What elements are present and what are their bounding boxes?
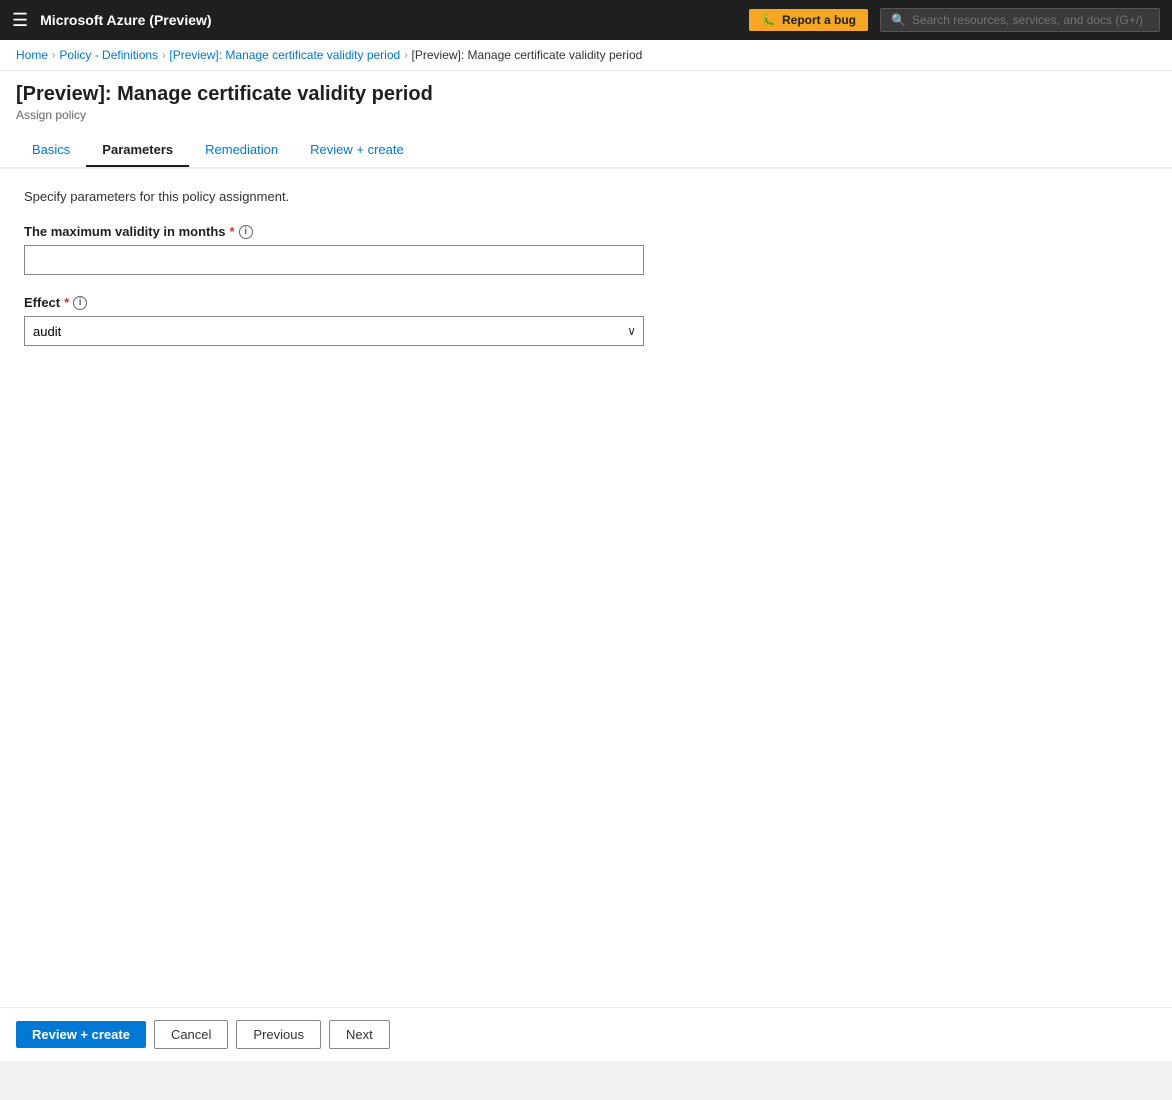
max-validity-input[interactable] xyxy=(24,245,644,275)
max-validity-group: The maximum validity in months * i xyxy=(24,224,1148,275)
page-title: [Preview]: Manage certificate validity p… xyxy=(16,83,1156,106)
breadcrumb-policy-definitions[interactable]: Policy - Definitions xyxy=(59,48,158,62)
section-description: Specify parameters for this policy assig… xyxy=(24,189,1148,204)
page-header: [Preview]: Manage certificate validity p… xyxy=(0,71,1172,168)
breadcrumb-preview-manage[interactable]: [Preview]: Manage certificate validity p… xyxy=(169,48,400,62)
tabs-container: Basics Parameters Remediation Review + c… xyxy=(16,134,1156,167)
review-create-button[interactable]: Review + create xyxy=(16,1021,146,1048)
topbar: ☰ Microsoft Azure (Preview) 🐛 Report a b… xyxy=(0,0,1172,40)
report-bug-label: Report a bug xyxy=(782,13,856,27)
main-content: Specify parameters for this policy assig… xyxy=(0,169,1172,1030)
effect-label: Effect * i xyxy=(24,295,1148,310)
hamburger-menu-icon[interactable]: ☰ xyxy=(12,10,28,31)
max-validity-label: The maximum validity in months * i xyxy=(24,224,1148,239)
max-validity-label-text: The maximum validity in months xyxy=(24,224,226,239)
breadcrumb-sep-1: › xyxy=(52,50,55,61)
page-subtitle: Assign policy xyxy=(16,108,1156,122)
effect-info-icon[interactable]: i xyxy=(73,296,87,310)
effect-group: Effect * i audit deny disabled ∨ xyxy=(24,295,1148,346)
effect-select-wrapper: audit deny disabled ∨ xyxy=(24,316,644,346)
breadcrumb-current: [Preview]: Manage certificate validity p… xyxy=(412,48,643,62)
tab-basics[interactable]: Basics xyxy=(16,134,86,167)
next-button[interactable]: Next xyxy=(329,1020,390,1049)
previous-button[interactable]: Previous xyxy=(236,1020,321,1049)
tab-parameters[interactable]: Parameters xyxy=(86,134,189,167)
cancel-button[interactable]: Cancel xyxy=(154,1020,228,1049)
effect-required-indicator: * xyxy=(64,295,69,310)
max-validity-info-icon[interactable]: i xyxy=(239,225,253,239)
max-validity-required-indicator: * xyxy=(230,224,235,239)
breadcrumb-home[interactable]: Home xyxy=(16,48,48,62)
report-bug-button[interactable]: 🐛 Report a bug xyxy=(749,9,868,31)
search-icon: 🔍 xyxy=(891,13,906,27)
search-input[interactable] xyxy=(912,13,1149,27)
effect-select[interactable]: audit deny disabled xyxy=(24,316,644,346)
app-title: Microsoft Azure (Preview) xyxy=(40,12,737,28)
tab-remediation[interactable]: Remediation xyxy=(189,134,294,167)
breadcrumb-sep-3: › xyxy=(404,50,407,61)
content-card: Specify parameters for this policy assig… xyxy=(0,169,1172,1030)
footer: Review + create Cancel Previous Next xyxy=(0,1007,1172,1061)
bug-icon: 🐛 xyxy=(761,13,776,27)
tab-review-create[interactable]: Review + create xyxy=(294,134,420,167)
breadcrumb-sep-2: › xyxy=(162,50,165,61)
breadcrumb: Home › Policy - Definitions › [Preview]:… xyxy=(0,40,1172,71)
main-wrapper: Specify parameters for this policy assig… xyxy=(0,168,1172,1100)
effect-label-text: Effect xyxy=(24,295,60,310)
search-bar[interactable]: 🔍 xyxy=(880,8,1160,32)
